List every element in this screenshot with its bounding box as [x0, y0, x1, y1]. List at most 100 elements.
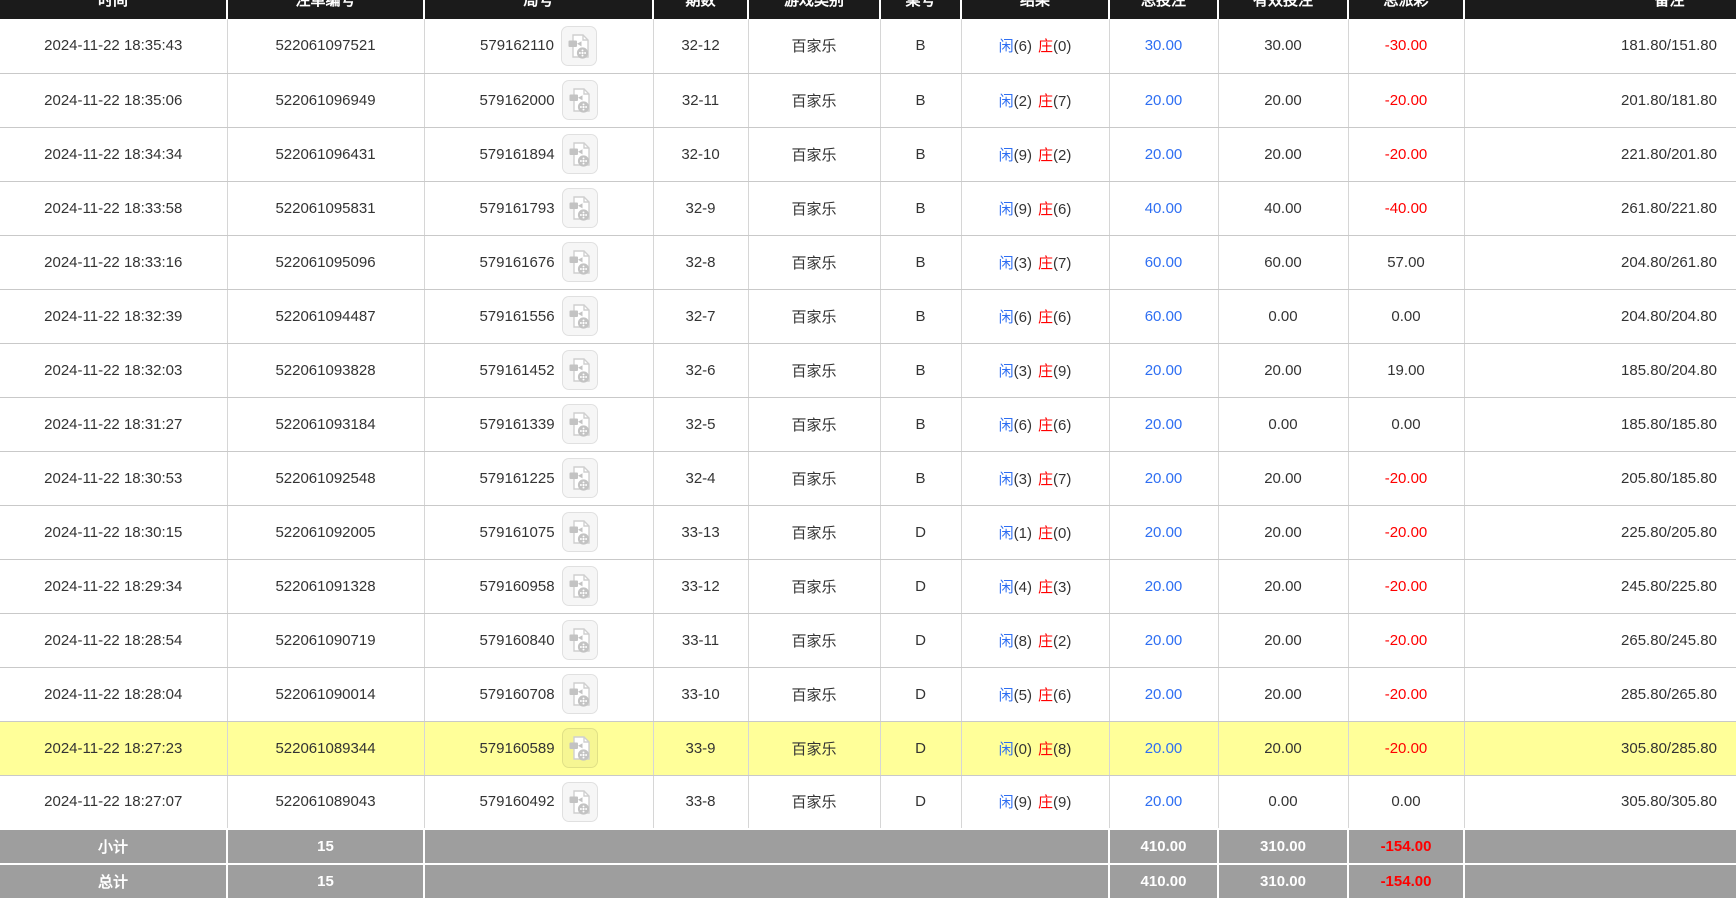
- video-replay-button[interactable]: [562, 188, 598, 228]
- video-replay-button[interactable]: [562, 566, 598, 606]
- result-banker-label: 庄: [1038, 579, 1053, 596]
- cell-valid-bet: 60.00: [1264, 254, 1302, 271]
- result-player-value: (9): [1014, 794, 1032, 811]
- result-banker-value: (9): [1053, 794, 1071, 811]
- total-total-bet: 410.00: [1109, 864, 1218, 899]
- cell-valid-bet: 20.00: [1264, 632, 1302, 649]
- result-banker-value: (6): [1053, 417, 1071, 434]
- col-header-valid-bet: 有效投注: [1218, 0, 1348, 19]
- total-spacer: [424, 864, 1109, 899]
- total-remark: [1464, 864, 1736, 899]
- video-replay-button[interactable]: [562, 296, 598, 336]
- col-header-total-payout: 总派彩: [1348, 0, 1464, 19]
- cell-time: 2024-11-22 18:29:34: [44, 578, 182, 595]
- table-header: 时间 注单编号 局号 期数 游戏类别 桌号 结果 总投注 有效投注 总派彩 备注: [0, 0, 1736, 19]
- col-header-result: 结果: [961, 0, 1109, 19]
- col-header-round-no: 局号: [424, 0, 653, 19]
- video-replay-button[interactable]: [562, 404, 598, 444]
- cell-table-no: D: [915, 740, 926, 757]
- video-replay-icon: [566, 462, 594, 494]
- video-replay-button[interactable]: [562, 674, 598, 714]
- table-row: 2024-11-22 18:35:06 522061096949 5791620…: [0, 73, 1736, 127]
- result-player-value: (3): [1014, 471, 1032, 488]
- cell-round-no: 579162110: [480, 37, 554, 54]
- video-replay-icon: [566, 570, 594, 602]
- total-valid-bet: 310.00: [1218, 864, 1348, 899]
- result-banker-value: (6): [1053, 309, 1071, 326]
- cell-valid-bet: 20.00: [1264, 146, 1302, 163]
- cell-total-bet: 40.00: [1145, 200, 1183, 217]
- cell-game-type: 百家乐: [791, 201, 836, 218]
- cell-round-no: 579160958: [479, 578, 554, 595]
- cell-period: 32-7: [685, 308, 715, 325]
- cell-balance: 261.80/221.80: [1621, 200, 1717, 217]
- cell-time: 2024-11-22 18:30:15: [44, 524, 182, 541]
- cell-total-bet: 60.00: [1145, 254, 1183, 271]
- cell-payout: -20.00: [1385, 92, 1428, 109]
- video-replay-icon: [566, 732, 594, 764]
- table-row: 2024-11-22 18:33:58 522061095831 5791617…: [0, 181, 1736, 235]
- cell-time: 2024-11-22 18:28:04: [44, 686, 182, 703]
- cell-valid-bet: 0.00: [1268, 793, 1297, 810]
- cell-valid-bet: 20.00: [1264, 92, 1302, 109]
- cell-period: 33-12: [681, 578, 719, 595]
- result-player-label: 闲: [999, 147, 1014, 164]
- table-row: 2024-11-22 18:30:15 522061092005 5791610…: [0, 505, 1736, 559]
- cell-time: 2024-11-22 18:27:07: [44, 793, 182, 810]
- cell-balance: 204.80/204.80: [1621, 308, 1717, 325]
- col-header-table-no: 桌号: [880, 0, 961, 19]
- video-replay-icon: [566, 624, 594, 656]
- result-banker-label: 庄: [1038, 363, 1053, 380]
- video-replay-button[interactable]: [562, 620, 598, 660]
- result-banker-value: (7): [1053, 471, 1071, 488]
- video-replay-button[interactable]: [562, 350, 598, 390]
- video-replay-button[interactable]: [562, 80, 598, 120]
- cell-bet-no: 522061093184: [275, 416, 375, 433]
- result-player-label: 闲: [999, 363, 1014, 380]
- cell-game-type: 百家乐: [791, 579, 836, 596]
- cell-total-bet: 20.00: [1145, 146, 1183, 163]
- video-replay-button[interactable]: [561, 26, 597, 66]
- cell-game-type: 百家乐: [791, 794, 836, 811]
- table-row: 2024-11-22 18:27:23 522061089344 5791605…: [0, 721, 1736, 775]
- cell-round-no: 579161556: [479, 308, 554, 325]
- cell-total-bet: 20.00: [1145, 524, 1183, 541]
- cell-table-no: D: [915, 686, 926, 703]
- result-banker-value: (3): [1053, 579, 1071, 596]
- cell-time: 2024-11-22 18:35:06: [44, 92, 182, 109]
- cell-table-no: D: [915, 524, 926, 541]
- result-player-value: (5): [1014, 687, 1032, 704]
- result-banker-label: 庄: [1038, 93, 1053, 110]
- cell-balance: 181.80/151.80: [1621, 37, 1717, 54]
- result-banker-value: (2): [1053, 147, 1071, 164]
- video-replay-button[interactable]: [562, 134, 598, 174]
- video-replay-icon: [566, 84, 594, 116]
- video-replay-button[interactable]: [562, 728, 598, 768]
- result-player-value: (3): [1014, 255, 1032, 272]
- video-replay-button[interactable]: [562, 242, 598, 282]
- cell-total-bet: 20.00: [1145, 470, 1183, 487]
- result-banker-value: (9): [1053, 363, 1071, 380]
- result-player-label: 闲: [999, 525, 1014, 542]
- cell-period: 32-8: [685, 254, 715, 271]
- cell-game-type: 百家乐: [791, 363, 836, 380]
- result-banker-label: 庄: [1038, 417, 1053, 434]
- cell-round-no: 579161676: [479, 254, 554, 271]
- subtotal-payout: -154.00: [1348, 829, 1464, 864]
- result-player-value: (9): [1014, 201, 1032, 218]
- result-player-value: (6): [1014, 417, 1032, 434]
- cell-game-type: 百家乐: [791, 471, 836, 488]
- result-banker-label: 庄: [1038, 147, 1053, 164]
- result-banker-label: 庄: [1038, 633, 1053, 650]
- cell-payout: -20.00: [1385, 470, 1428, 487]
- cell-period: 33-9: [685, 740, 715, 757]
- cell-bet-no: 522061095831: [275, 200, 375, 217]
- cell-round-no: 579161339: [479, 416, 554, 433]
- cell-time: 2024-11-22 18:33:16: [44, 254, 182, 271]
- video-replay-button[interactable]: [562, 512, 598, 552]
- video-replay-icon: [566, 516, 594, 548]
- result-player-value: (2): [1014, 93, 1032, 110]
- video-replay-button[interactable]: [562, 458, 598, 498]
- video-replay-button[interactable]: [562, 782, 598, 822]
- cell-total-bet: 20.00: [1145, 740, 1183, 757]
